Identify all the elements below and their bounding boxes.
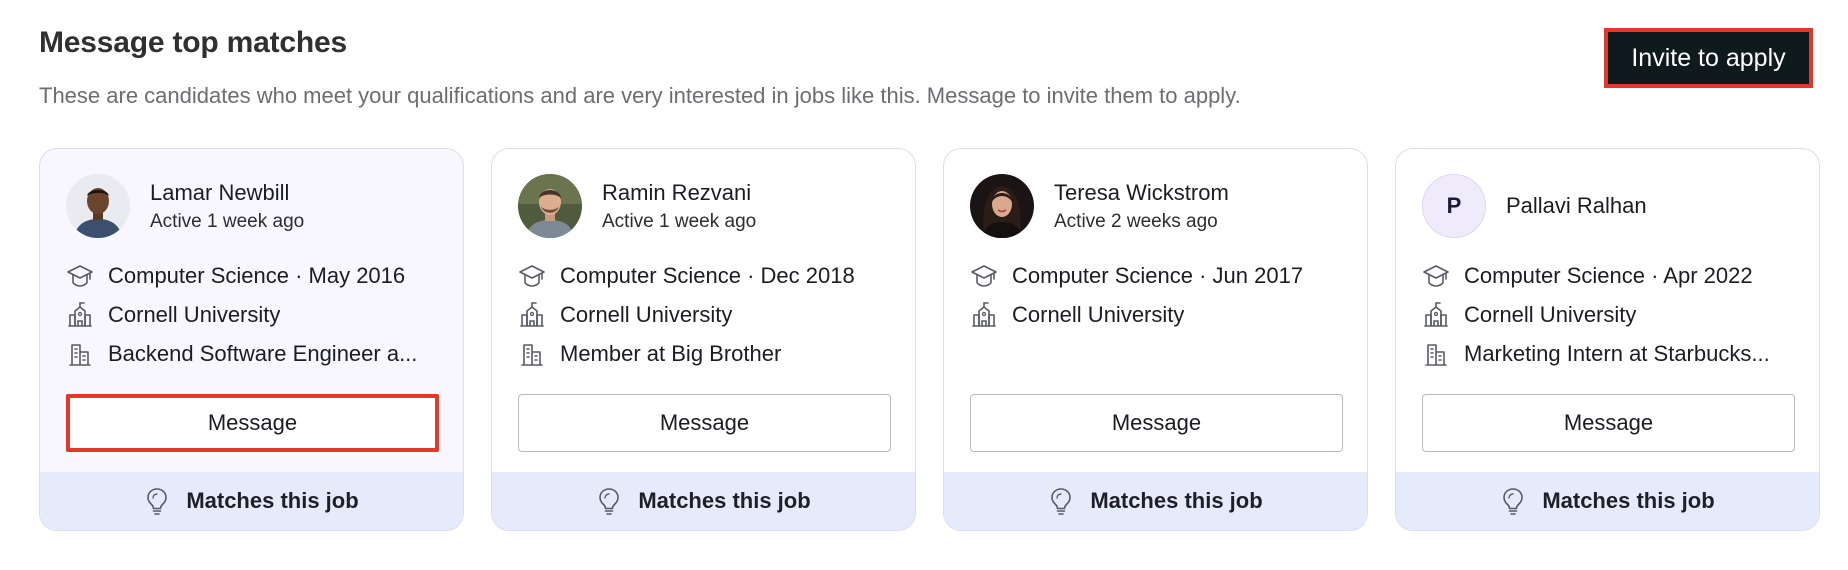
message-button[interactable]: Message — [1422, 394, 1795, 452]
activity-status: Active 1 week ago — [602, 210, 757, 232]
candidate-header: Teresa Wickstrom Active 2 weeks ago — [970, 174, 1229, 238]
education-row: Computer Science · Dec 2018 — [518, 256, 855, 295]
office-building-icon — [1422, 340, 1450, 368]
candidate-name[interactable]: Teresa Wickstrom — [1054, 179, 1229, 207]
match-label: Matches this job — [1090, 488, 1263, 513]
office-building-icon — [518, 340, 546, 368]
candidate-card: Ramin Rezvani Active 1 week ago Computer… — [491, 148, 916, 531]
university-building-icon — [518, 301, 546, 329]
school-text: Cornell University — [1464, 301, 1637, 327]
education-row: Computer Science · Jun 2017 — [970, 256, 1303, 295]
office-building-icon — [66, 340, 94, 368]
activity-status: Active 2 weeks ago — [1054, 210, 1218, 232]
match-label: Matches this job — [186, 488, 359, 513]
candidate-name[interactable]: Lamar Newbill — [150, 179, 304, 207]
education-text: Computer Science · Apr 2022 — [1464, 262, 1753, 288]
work-text: Backend Software Engineer a... — [108, 340, 418, 366]
education-text: Computer Science · Jun 2017 — [1012, 262, 1304, 288]
match-label: Matches this job — [638, 488, 811, 513]
school-text: Cornell University — [1012, 301, 1185, 327]
match-footer: Matches this job — [1396, 472, 1819, 530]
graduation-cap-icon — [1422, 262, 1450, 290]
school-row: Cornell University — [970, 295, 1303, 334]
school-row: Cornell University — [66, 295, 417, 334]
school-text: Cornell University — [560, 301, 733, 327]
candidate-header: P Pallavi Ralhan — [1422, 174, 1647, 238]
candidate-card-list: Lamar Newbill Active 1 week ago Computer… — [39, 148, 1820, 531]
avatar[interactable] — [970, 174, 1034, 238]
avatar-initial[interactable]: P — [1422, 174, 1486, 238]
invite-to-apply-button[interactable]: Invite to apply — [1604, 28, 1813, 88]
candidate-name[interactable]: Pallavi Ralhan — [1506, 192, 1647, 220]
graduation-cap-icon — [970, 262, 998, 290]
school-text: Cornell University — [108, 301, 281, 327]
candidate-card: Teresa Wickstrom Active 2 weeks ago Comp… — [943, 148, 1368, 531]
candidate-card: P Pallavi Ralhan Computer Science · Apr … — [1395, 148, 1820, 531]
graduation-cap-icon — [518, 262, 546, 290]
message-button[interactable]: Message — [66, 394, 439, 452]
match-label: Matches this job — [1542, 488, 1715, 513]
avatar[interactable] — [66, 174, 130, 238]
lightbulb-icon — [1500, 486, 1526, 516]
education-row: Computer Science · May 2016 — [66, 256, 417, 295]
message-button[interactable]: Message — [970, 394, 1343, 452]
university-building-icon — [66, 301, 94, 329]
work-row: Backend Software Engineer a... — [66, 334, 417, 373]
page-subtitle: These are candidates who meet your quali… — [39, 83, 1241, 108]
work-text: Marketing Intern at Starbucks... — [1464, 340, 1770, 366]
university-building-icon — [1422, 301, 1450, 329]
match-footer: Matches this job — [492, 472, 915, 530]
school-row: Cornell University — [518, 295, 855, 334]
candidate-header: Ramin Rezvani Active 1 week ago — [518, 174, 756, 238]
education-text: Computer Science · Dec 2018 — [560, 262, 855, 288]
work-text: Member at Big Brother — [560, 340, 782, 366]
lightbulb-icon — [596, 486, 622, 516]
university-building-icon — [970, 301, 998, 329]
avatar[interactable] — [518, 174, 582, 238]
activity-status: Active 1 week ago — [150, 210, 305, 232]
match-footer: Matches this job — [944, 472, 1367, 530]
graduation-cap-icon — [66, 262, 94, 290]
candidate-header: Lamar Newbill Active 1 week ago — [66, 174, 304, 238]
match-footer: Matches this job — [40, 472, 463, 530]
lightbulb-icon — [144, 486, 170, 516]
message-button[interactable]: Message — [518, 394, 891, 452]
candidate-name[interactable]: Ramin Rezvani — [602, 179, 756, 207]
candidate-card: Lamar Newbill Active 1 week ago Computer… — [39, 148, 464, 531]
education-row: Computer Science · Apr 2022 — [1422, 256, 1770, 295]
work-row: Member at Big Brother — [518, 334, 855, 373]
work-row: Marketing Intern at Starbucks... — [1422, 334, 1770, 373]
school-row: Cornell University — [1422, 295, 1770, 334]
page-title: Message top matches — [39, 26, 347, 59]
education-text: Computer Science · May 2016 — [108, 262, 406, 288]
lightbulb-icon — [1048, 486, 1074, 516]
